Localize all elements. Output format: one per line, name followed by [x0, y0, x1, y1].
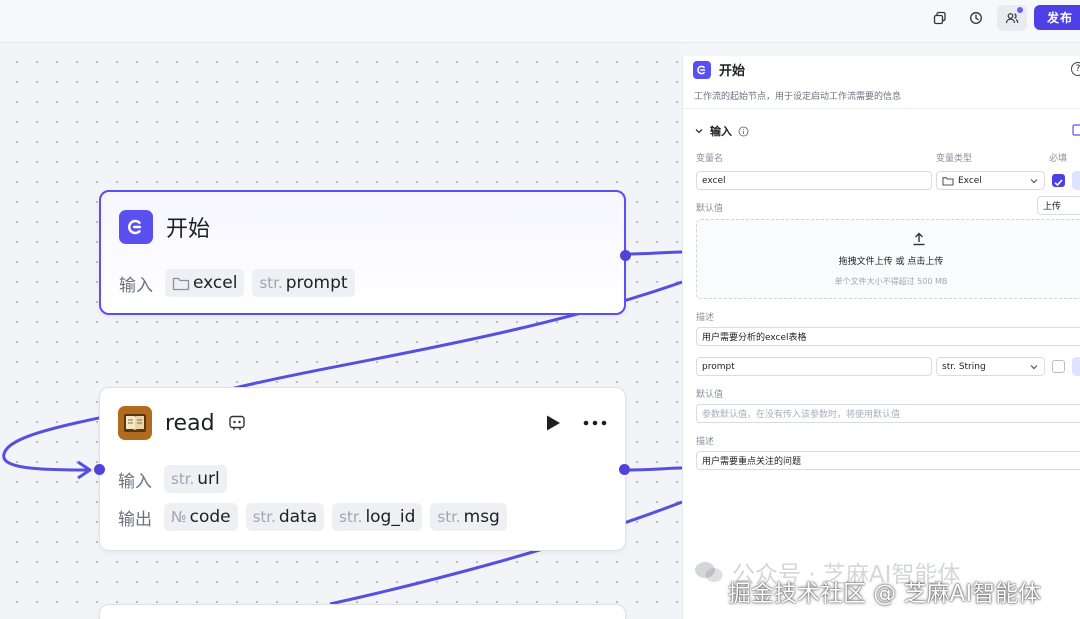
col-var-name: 变量名 — [696, 154, 724, 164]
info-icon — [738, 126, 749, 136]
chevron-down-icon — [1030, 179, 1038, 184]
workflow-canvas[interactable]: 开始 输入 excel str. prompt read 输入 str. url… — [0, 44, 682, 619]
juejin-watermark: 掘金技术社区 @ 芝麻AI智能体 — [728, 581, 1042, 607]
upload-hint: 拖拽文件上传 或 点击上传 — [838, 257, 944, 267]
read-input-label: 输入 — [118, 471, 152, 492]
edge-start-out — [624, 250, 682, 256]
var-name-input-excel[interactable]: excel — [696, 171, 932, 190]
start-output-port[interactable] — [620, 250, 631, 261]
chevron-down-icon — [695, 129, 703, 134]
col-required: 必填 — [1049, 154, 1068, 164]
param-tag-url: str. url — [164, 465, 227, 493]
var-type-select-prompt[interactable]: str. String — [936, 357, 1045, 376]
more-icon[interactable] — [583, 420, 607, 426]
upload-limit: 单个文件大小不得超过 500 MB — [834, 277, 948, 286]
read-node[interactable]: read 输入 str. url 输出 № code str. data str. lo… — [94, 387, 630, 551]
file-upload-dropzone[interactable]: 拖拽文件上传 或 点击上传 单个文件大小不得超过 500 MB — [696, 219, 1080, 299]
folder-icon — [942, 176, 954, 186]
default-input-prompt[interactable]: 参数默认值，在没有传入该参数时，将使用默认值 — [696, 404, 1080, 423]
read-node-actions — [545, 414, 607, 432]
row-action-button[interactable] — [1072, 171, 1080, 190]
node-config-panel: 开始 ? 工作流的起始节点，用于设定启动工作流需要的信息 输入 变量名 变量类型… — [682, 56, 1080, 619]
next-node[interactable] — [99, 604, 626, 619]
edge-read-out — [624, 466, 682, 472]
default-label-excel: 默认值 — [696, 204, 724, 214]
read-inputs-row: 输入 str. url — [118, 465, 227, 493]
start-inputs-row: 输入 excel str. prompt — [119, 269, 355, 297]
panel-description: 工作流的起始节点，用于设定启动工作流需要的信息 — [694, 92, 902, 102]
help-icon[interactable]: ? — [1071, 62, 1080, 76]
required-checkbox-prompt[interactable] — [1052, 360, 1065, 373]
col-var-type: 变量类型 — [936, 154, 973, 164]
panel-header: 开始 — [693, 60, 745, 79]
copy-icon — [933, 11, 946, 25]
start-input-label: 输入 — [119, 275, 153, 296]
param-tag-data: str. data — [245, 503, 325, 531]
copy-button[interactable] — [925, 5, 955, 31]
start-node-header: 开始 — [119, 210, 210, 244]
plugin-icon — [228, 415, 245, 430]
notification-dot — [1017, 7, 1023, 13]
var-name-input-prompt[interactable]: prompt — [696, 357, 932, 376]
read-input-port[interactable] — [94, 464, 105, 475]
history-icon — [970, 12, 982, 24]
upload-icon — [913, 232, 925, 246]
read-outputs-row: 输出 № code str. data str. log_id str. msg — [118, 503, 507, 531]
desc-label-prompt: 描述 — [696, 437, 715, 447]
check-icon — [1054, 179, 1063, 187]
read-output-label: 输出 — [118, 509, 152, 530]
book-icon — [118, 406, 152, 440]
desc-input-excel[interactable]: 用户需要分析的excel表格 — [696, 327, 1080, 346]
read-output-port[interactable] — [619, 464, 630, 475]
start-icon — [693, 60, 711, 79]
wechat-icon — [695, 562, 723, 582]
history-button[interactable] — [961, 5, 991, 31]
param-tag-msg: str. msg — [430, 503, 507, 531]
run-icon[interactable] — [545, 414, 561, 432]
input-section-header[interactable]: 输入 — [694, 123, 749, 139]
start-node[interactable]: 开始 输入 excel str. prompt — [99, 190, 631, 315]
desc-label-excel: 描述 — [696, 313, 715, 323]
publish-button[interactable]: 发布 — [1034, 5, 1080, 30]
panel-title: 开始 — [719, 64, 746, 79]
collaborators-button[interactable] — [997, 5, 1027, 31]
default-mode-select[interactable]: 上传 — [1037, 196, 1080, 215]
start-node-title: 开始 — [166, 217, 211, 242]
start-icon — [119, 210, 153, 244]
panel-divider — [683, 108, 1080, 109]
desc-input-prompt[interactable]: 用户需要重点关注的问题 — [696, 451, 1080, 470]
edit-json-icon[interactable] — [1072, 124, 1080, 136]
folder-icon — [172, 277, 190, 290]
required-checkbox-excel[interactable] — [1052, 174, 1065, 187]
read-node-title: read — [165, 410, 215, 436]
default-label-prompt: 默认值 — [696, 390, 724, 400]
users-icon — [1005, 13, 1019, 24]
param-tag-excel: excel — [165, 269, 245, 297]
row-action-button[interactable] — [1072, 357, 1080, 376]
param-tag-prompt: str. prompt — [252, 269, 355, 297]
param-tag-code: № code — [164, 503, 238, 531]
chevron-down-icon — [1030, 365, 1038, 370]
var-type-select-excel[interactable]: Excel — [936, 171, 1045, 190]
read-node-header: read — [118, 406, 246, 440]
top-bar: 发布 — [0, 0, 1080, 43]
param-tag-log-id: str. log_id — [332, 503, 423, 531]
input-section-title: 输入 — [710, 125, 732, 138]
